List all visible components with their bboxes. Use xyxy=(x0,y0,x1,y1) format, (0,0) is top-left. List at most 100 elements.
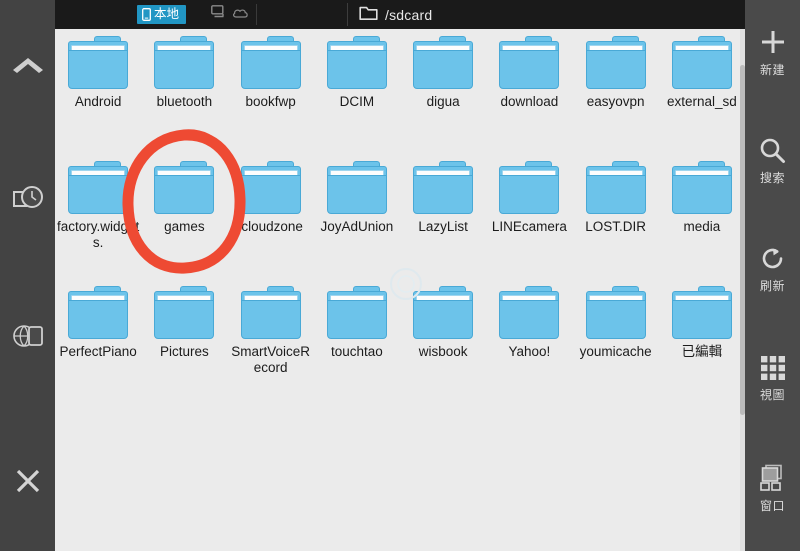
file-item[interactable]: touchtao xyxy=(314,279,400,404)
folder-icon xyxy=(67,36,129,90)
file-item[interactable]: external_sd xyxy=(659,29,745,154)
file-item-label: factory.widgets. xyxy=(56,219,140,250)
folder-icon xyxy=(326,286,388,340)
toolbar-item-search-label: 搜索 xyxy=(759,170,785,185)
file-item[interactable]: easyovpn xyxy=(573,29,659,154)
file-item-label: media xyxy=(683,219,721,234)
folder-icon xyxy=(498,36,560,90)
close-icon xyxy=(13,466,43,501)
file-item[interactable]: bluetooth xyxy=(141,29,227,154)
folder-icon xyxy=(67,286,129,340)
file-item[interactable]: bookfwp xyxy=(228,29,314,154)
clock-icon xyxy=(12,184,44,217)
file-item[interactable]: Yahoo! xyxy=(486,279,572,404)
right-sidebar: 新建 搜索 刷新 視圖 窗口 xyxy=(745,0,800,551)
toolbar-item-new-label: 新建 xyxy=(759,63,785,77)
file-item-label: touchtao xyxy=(330,344,383,359)
file-item-label: bookfwp xyxy=(245,94,296,109)
file-item-label: bluetooth xyxy=(156,94,213,109)
folder-icon xyxy=(412,161,474,215)
chevron-up-icon xyxy=(11,54,45,79)
file-item-label: Android xyxy=(74,94,122,109)
tab-local-storage[interactable]: 本地 xyxy=(137,5,187,24)
file-item-label: youmicache xyxy=(579,344,652,359)
folder-icon xyxy=(326,161,388,215)
folder-icon xyxy=(67,161,129,215)
file-item[interactable]: LOST.DIR xyxy=(573,154,659,279)
file-grid: Android bluetooth bookfwp DCIM digua download… xyxy=(55,29,745,404)
file-item[interactable]: Pictures xyxy=(141,279,227,404)
file-item-label: download xyxy=(500,94,559,109)
file-item-label: games xyxy=(164,219,205,234)
toolbar-item-view[interactable]: 視圖 xyxy=(745,352,800,404)
sidebar-item-close[interactable] xyxy=(0,455,55,511)
folder-icon xyxy=(585,36,647,90)
toolbar-item-refresh-label: 刷新 xyxy=(759,278,785,293)
tab-cloud-storage[interactable] xyxy=(232,6,249,23)
file-item-label: digua xyxy=(426,94,460,109)
file-item[interactable]: media xyxy=(659,154,745,279)
left-sidebar xyxy=(0,0,55,551)
folder-icon xyxy=(153,36,215,90)
tab-computer-storage[interactable] xyxy=(210,5,227,24)
file-item-label: PerfectPiano xyxy=(59,344,137,359)
tab-divider xyxy=(256,4,257,25)
file-item[interactable]: JoyAdUnion xyxy=(314,154,400,279)
file-item[interactable]: download xyxy=(486,29,572,154)
file-item[interactable]: icloudzone xyxy=(228,154,314,279)
grid-icon xyxy=(760,355,786,386)
path-bar[interactable]: /sdcard xyxy=(347,0,432,29)
phone-icon xyxy=(142,8,151,21)
file-item-label: JoyAdUnion xyxy=(320,219,394,234)
file-item-label: icloudzone xyxy=(238,219,303,234)
file-item[interactable]: 已編輯 xyxy=(659,279,745,404)
file-item-label: LINEcamera xyxy=(491,219,567,234)
file-item-label: DCIM xyxy=(339,94,375,109)
tab-local-label: 本地 xyxy=(154,7,180,22)
file-item[interactable]: games xyxy=(141,154,227,279)
folder-icon xyxy=(671,36,733,90)
top-bar: 本地 /sdcard xyxy=(55,0,745,29)
file-item-label: Pictures xyxy=(159,344,209,359)
sidebar-item-collapse[interactable] xyxy=(0,38,55,94)
file-item[interactable]: digua xyxy=(400,29,486,154)
computer-icon xyxy=(211,5,226,24)
folder-icon xyxy=(498,161,560,215)
folder-icon xyxy=(585,286,647,340)
storage-tabs: 本地 xyxy=(55,0,347,29)
folder-icon xyxy=(359,4,378,26)
file-item-label: LazyList xyxy=(418,219,468,234)
file-item-label: easyovpn xyxy=(586,94,645,109)
file-item[interactable]: PerfectPiano xyxy=(55,279,141,404)
path-text: /sdcard xyxy=(385,6,433,23)
toolbar-item-refresh[interactable]: 刷新 xyxy=(745,242,800,294)
file-manager-window: 本地 /sdcard Android bluetooth bookfwp DCI… xyxy=(0,0,800,551)
file-item[interactable]: SmartVoiceRecord xyxy=(228,279,314,404)
file-item[interactable]: Android xyxy=(55,29,141,154)
toolbar-item-window-label: 窗口 xyxy=(759,499,785,513)
file-item[interactable]: factory.widgets. xyxy=(55,154,141,279)
search-icon xyxy=(759,137,786,169)
globe-icon xyxy=(12,322,44,355)
toolbar-item-window[interactable]: 窗口 xyxy=(745,462,800,514)
folder-icon xyxy=(326,36,388,90)
file-item[interactable]: LINEcamera xyxy=(486,154,572,279)
folder-icon xyxy=(498,286,560,340)
file-item[interactable]: LazyList xyxy=(400,154,486,279)
file-item[interactable]: DCIM xyxy=(314,29,400,154)
file-item[interactable]: youmicache xyxy=(573,279,659,404)
toolbar-item-new[interactable]: 新建 xyxy=(745,26,800,78)
file-item[interactable]: wisbook xyxy=(400,279,486,404)
toolbar-item-search[interactable]: 搜索 xyxy=(745,134,800,186)
folder-icon xyxy=(412,286,474,340)
folder-icon xyxy=(671,286,733,340)
file-item-label: LOST.DIR xyxy=(585,219,646,234)
folder-icon xyxy=(671,161,733,215)
sidebar-item-browser[interactable] xyxy=(0,310,55,366)
file-item-label: Yahoo! xyxy=(508,344,551,359)
folder-icon xyxy=(240,286,302,340)
file-item-label: wisbook xyxy=(418,344,468,359)
sidebar-item-history[interactable] xyxy=(0,172,55,228)
windows-icon xyxy=(759,464,787,497)
folder-icon xyxy=(412,36,474,90)
